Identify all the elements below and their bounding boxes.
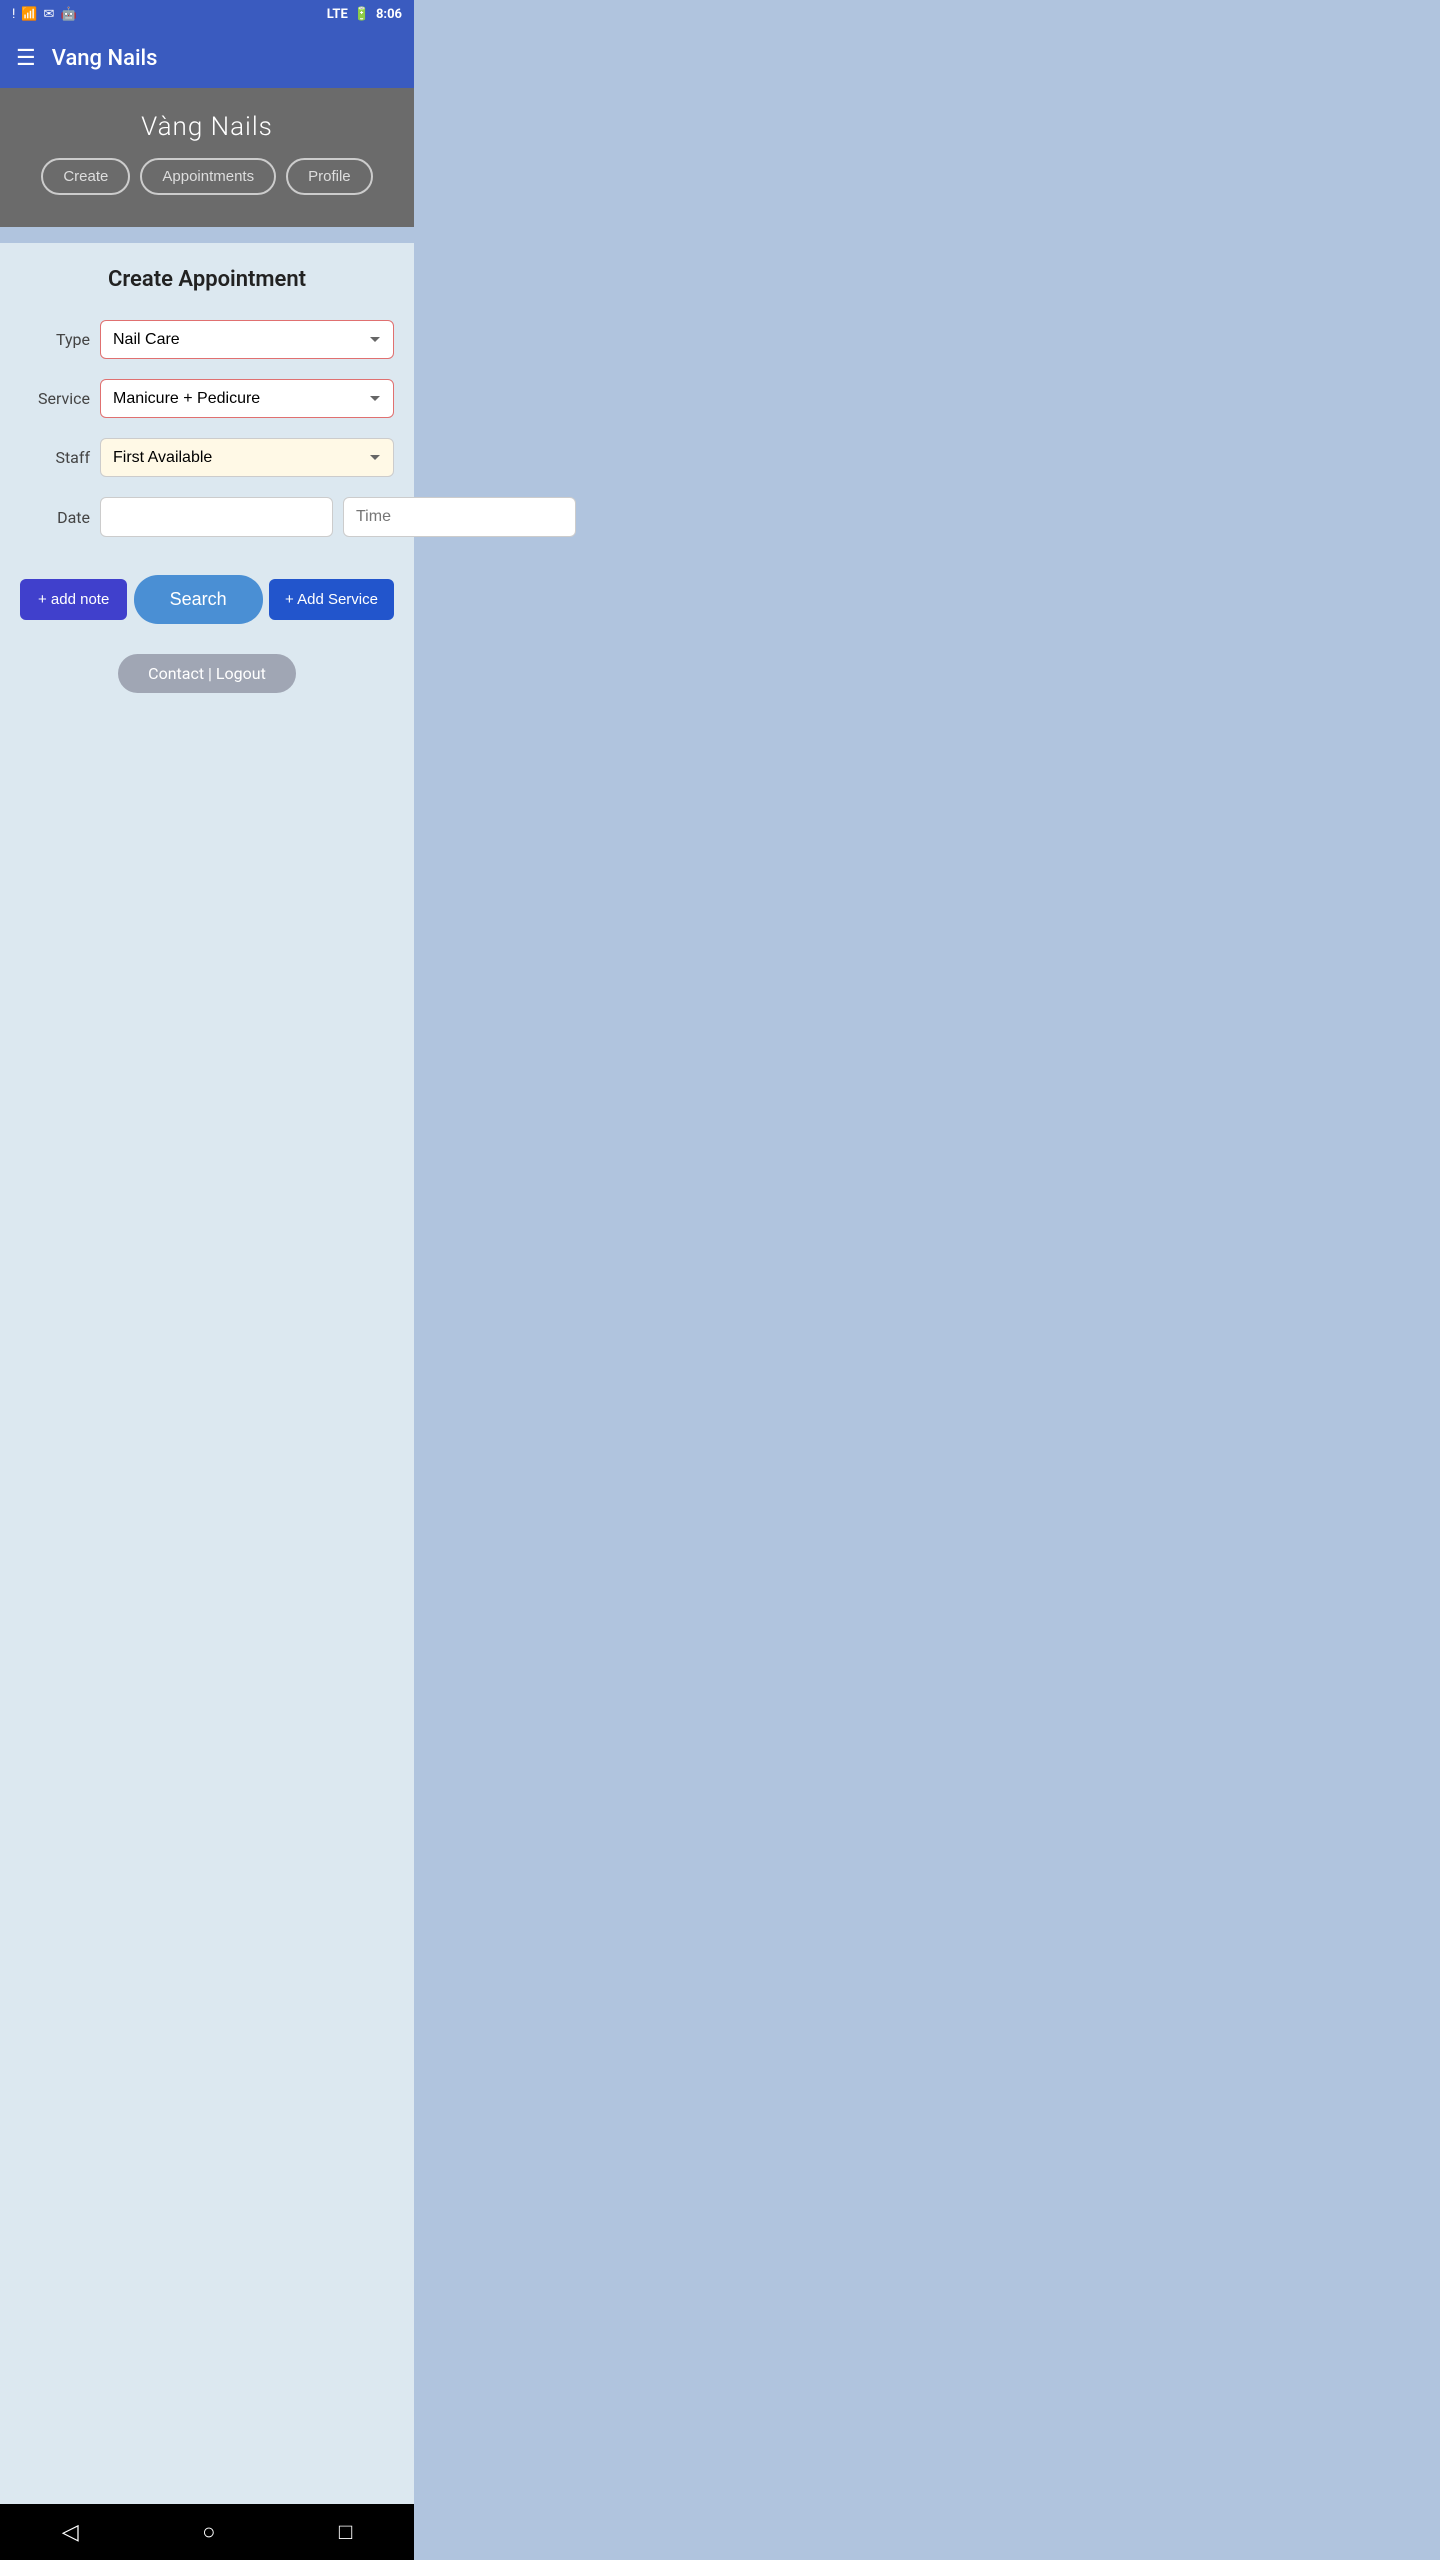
add-service-button[interactable]: + Add Service (269, 579, 394, 620)
staff-label: Staff (20, 448, 90, 467)
staff-select[interactable]: First Available Staff 1 Staff 2 (100, 438, 394, 477)
date-label: Date (20, 508, 90, 527)
profile-button[interactable]: Profile (286, 158, 373, 195)
divider (0, 227, 414, 243)
date-time-row: Date (20, 497, 394, 537)
staff-row: Staff First Available Staff 1 Staff 2 (20, 438, 394, 477)
contact-link[interactable]: Contact (148, 664, 204, 683)
salon-name: Vàng Nails (141, 112, 273, 142)
recents-button[interactable]: □ (339, 2519, 352, 2545)
search-button[interactable]: Search (134, 575, 263, 624)
add-note-button[interactable]: + add note (20, 579, 127, 620)
form-title: Create Appointment (20, 267, 394, 292)
create-button[interactable]: Create (41, 158, 130, 195)
network-indicator: LTE (327, 7, 348, 22)
home-button[interactable]: ○ (202, 2519, 215, 2545)
footer-links: Contact | Logout (118, 654, 296, 693)
notification-icon: ! (12, 7, 15, 22)
menu-icon[interactable]: ☰ (16, 46, 36, 71)
type-row: Type Nail Care Hair Spa (20, 320, 394, 359)
main-content: Create Appointment Type Nail Care Hair S… (0, 243, 414, 2504)
appointments-button[interactable]: Appointments (140, 158, 276, 195)
footer-separator: | (208, 664, 216, 683)
date-input[interactable] (100, 497, 333, 537)
logout-link[interactable]: Logout (216, 664, 266, 683)
service-label: Service (20, 389, 90, 408)
clock: 8:06 (376, 7, 402, 22)
time-input[interactable] (343, 497, 576, 537)
type-label: Type (20, 330, 90, 349)
type-select[interactable]: Nail Care Hair Spa (100, 320, 394, 359)
status-bar-left: ! 📶 ✉ 🤖 (12, 7, 77, 22)
status-bar: ! 📶 ✉ 🤖 LTE 🔋 8:06 (0, 0, 414, 28)
app-title: Vang Nails (52, 46, 158, 71)
header-section: Vàng Nails Create Appointments Profile (0, 88, 414, 227)
service-row: Service Manicure + Pedicure Manicure Ped… (20, 379, 394, 418)
back-button[interactable]: ◁ (62, 2520, 79, 2545)
footer: Contact | Logout (20, 654, 394, 693)
top-nav: ☰ Vang Nails (0, 28, 414, 88)
status-bar-right: LTE 🔋 8:06 (327, 7, 402, 22)
bottom-nav: ◁ ○ □ (0, 2504, 414, 2560)
message-icon: ✉ (44, 7, 55, 22)
battery-icon: 🔋 (354, 7, 370, 22)
action-row: + add note Search + Add Service (20, 575, 394, 624)
nav-buttons: Create Appointments Profile (41, 158, 372, 195)
android-icon: 🤖 (60, 7, 76, 22)
service-select[interactable]: Manicure + Pedicure Manicure Pedicure (100, 379, 394, 418)
signal-icon: 📶 (21, 7, 37, 22)
